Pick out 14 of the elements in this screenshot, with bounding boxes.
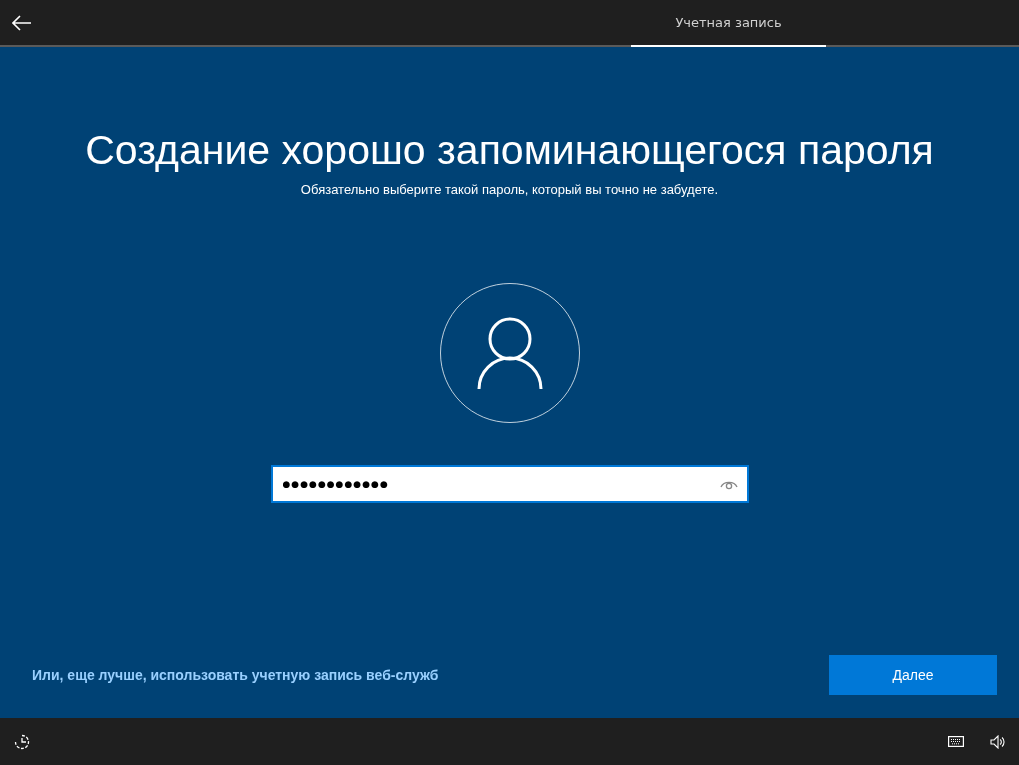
accessibility-button[interactable] (14, 733, 30, 750)
password-field[interactable]: ●●●●●●●●●●●● (270, 465, 749, 503)
clock-arrow-icon (14, 733, 30, 750)
page-subtitle: Обязательно выберите такой пароль, который вы точно не забудете. (300, 182, 719, 197)
page-title: Создание хорошо запоминающегося пароля (85, 127, 934, 174)
tab[interactable]: Учетная запись (631, 0, 826, 47)
speaker-icon (990, 734, 1005, 749)
keyboard-button[interactable] (948, 736, 964, 747)
back-arrow-icon (12, 14, 32, 31)
next-button[interactable]: Далее (829, 655, 997, 695)
web-account-link[interactable]: Или, еще лучше, использовать учетную запись веб-служб (32, 667, 439, 683)
keyboard-icon (948, 736, 964, 747)
volume-button[interactable] (990, 734, 1005, 749)
user-icon (476, 317, 543, 389)
